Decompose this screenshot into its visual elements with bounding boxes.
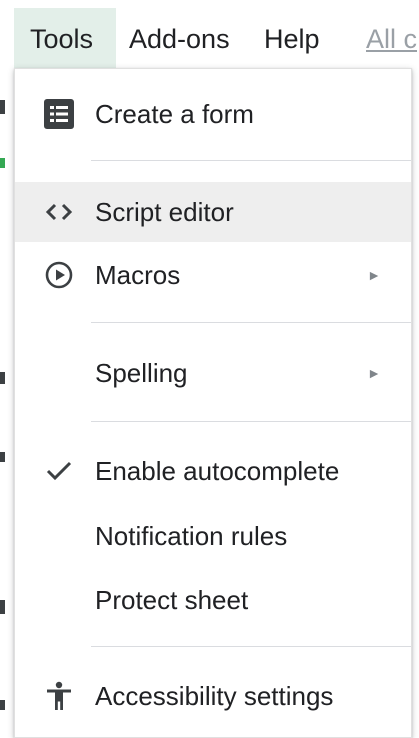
submenu-arrow-icon: ► (367, 365, 381, 381)
check-icon (41, 453, 77, 489)
menu-item-macros[interactable]: Macros ► (15, 245, 411, 305)
menu-item-script-editor[interactable]: Script editor (15, 182, 411, 242)
form-icon (41, 96, 77, 132)
menu-divider (91, 421, 411, 422)
menu-divider (91, 322, 411, 323)
menu-item-spelling[interactable]: Spelling ► (15, 343, 411, 403)
menu-item-accessibility-settings[interactable]: Accessibility settings (15, 666, 411, 726)
all-changes-saved-link[interactable]: All c (366, 8, 417, 70)
menu-divider (91, 646, 411, 647)
menubar-addons[interactable]: Add-ons (129, 8, 230, 70)
sheet-edge-mark (0, 700, 5, 710)
menu-item-label: Script editor (95, 197, 234, 227)
sheet-edge-mark (0, 600, 5, 614)
menu-item-create-form[interactable]: Create a form (15, 84, 411, 144)
submenu-arrow-icon: ► (367, 267, 381, 283)
sheet-edge-mark (0, 100, 5, 114)
menu-item-protect-sheet[interactable]: Protect sheet (15, 570, 411, 630)
menu-item-notification-rules[interactable]: Notification rules (15, 506, 411, 566)
menu-item-label: Enable autocomplete (95, 456, 340, 486)
menubar-tools[interactable]: Tools (14, 8, 116, 70)
tools-dropdown-menu: Create a form Script editor Macros ► Spe… (14, 68, 412, 738)
menubar: Tools Add-ons Help All c (0, 0, 419, 70)
menu-item-label: Macros (95, 260, 181, 290)
menu-divider (91, 160, 411, 161)
menu-item-label: Create a form (95, 99, 254, 129)
menu-item-label: Accessibility settings (95, 681, 334, 711)
menu-item-label: Spelling (95, 358, 188, 388)
play-circle-icon (41, 257, 77, 293)
sheet-edge-mark (0, 372, 5, 384)
menu-item-enable-autocomplete[interactable]: Enable autocomplete (15, 441, 411, 501)
sheet-edge-mark (0, 452, 5, 462)
menubar-help[interactable]: Help (264, 8, 320, 70)
sheet-edge-mark (0, 158, 5, 168)
code-icon (41, 194, 77, 230)
menu-item-label: Notification rules (95, 521, 288, 551)
accessibility-icon (41, 678, 77, 714)
menu-item-label: Protect sheet (95, 585, 249, 615)
